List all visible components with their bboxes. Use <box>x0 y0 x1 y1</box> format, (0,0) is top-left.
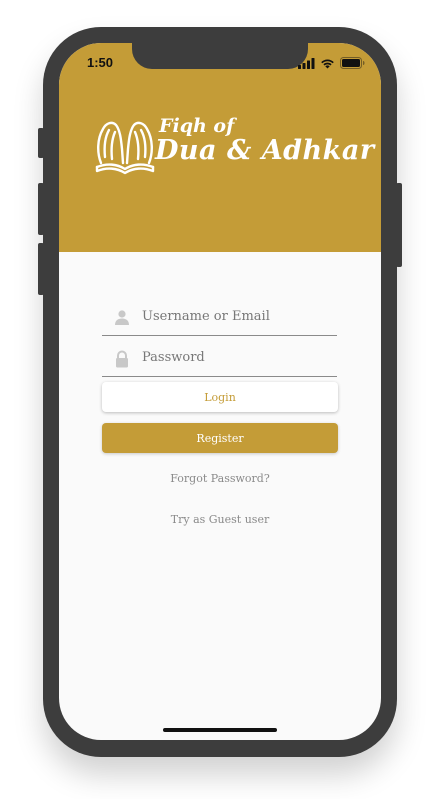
forgot-password-link[interactable]: Forgot Password? <box>59 472 381 485</box>
user-icon <box>114 309 130 327</box>
app-header: 1:50 Fiqh of Dua & Adhkar <box>59 43 381 252</box>
power-button <box>396 183 402 267</box>
logo-title-line2: Dua & Adhkar <box>155 135 375 166</box>
signal-icon <box>298 56 315 74</box>
lock-icon <box>114 350 130 368</box>
wifi-icon <box>320 56 335 74</box>
battery-icon <box>340 56 365 74</box>
login-button[interactable]: Login <box>102 382 338 412</box>
status-time: 1:50 <box>87 55 114 70</box>
volume-down-button <box>38 243 44 295</box>
home-indicator[interactable] <box>163 728 277 732</box>
praying-hands-icon <box>93 117 157 180</box>
password-input[interactable] <box>142 346 332 368</box>
password-field <box>102 342 337 377</box>
mute-switch <box>38 128 44 158</box>
app-screen: 1:50 Fiqh of Dua & Adhkar Username or Em… <box>59 43 381 740</box>
device-notch <box>132 43 308 69</box>
guest-login-link[interactable]: Try as Guest user <box>59 513 381 526</box>
username-field <box>102 301 337 336</box>
volume-up-button <box>38 183 44 235</box>
logo-title-line1: Fiqh of <box>159 115 235 137</box>
register-button[interactable]: Register <box>102 423 338 453</box>
app-logo: Fiqh of Dua & Adhkar <box>93 115 374 180</box>
status-icons <box>298 56 365 74</box>
username-input[interactable] <box>142 305 332 327</box>
